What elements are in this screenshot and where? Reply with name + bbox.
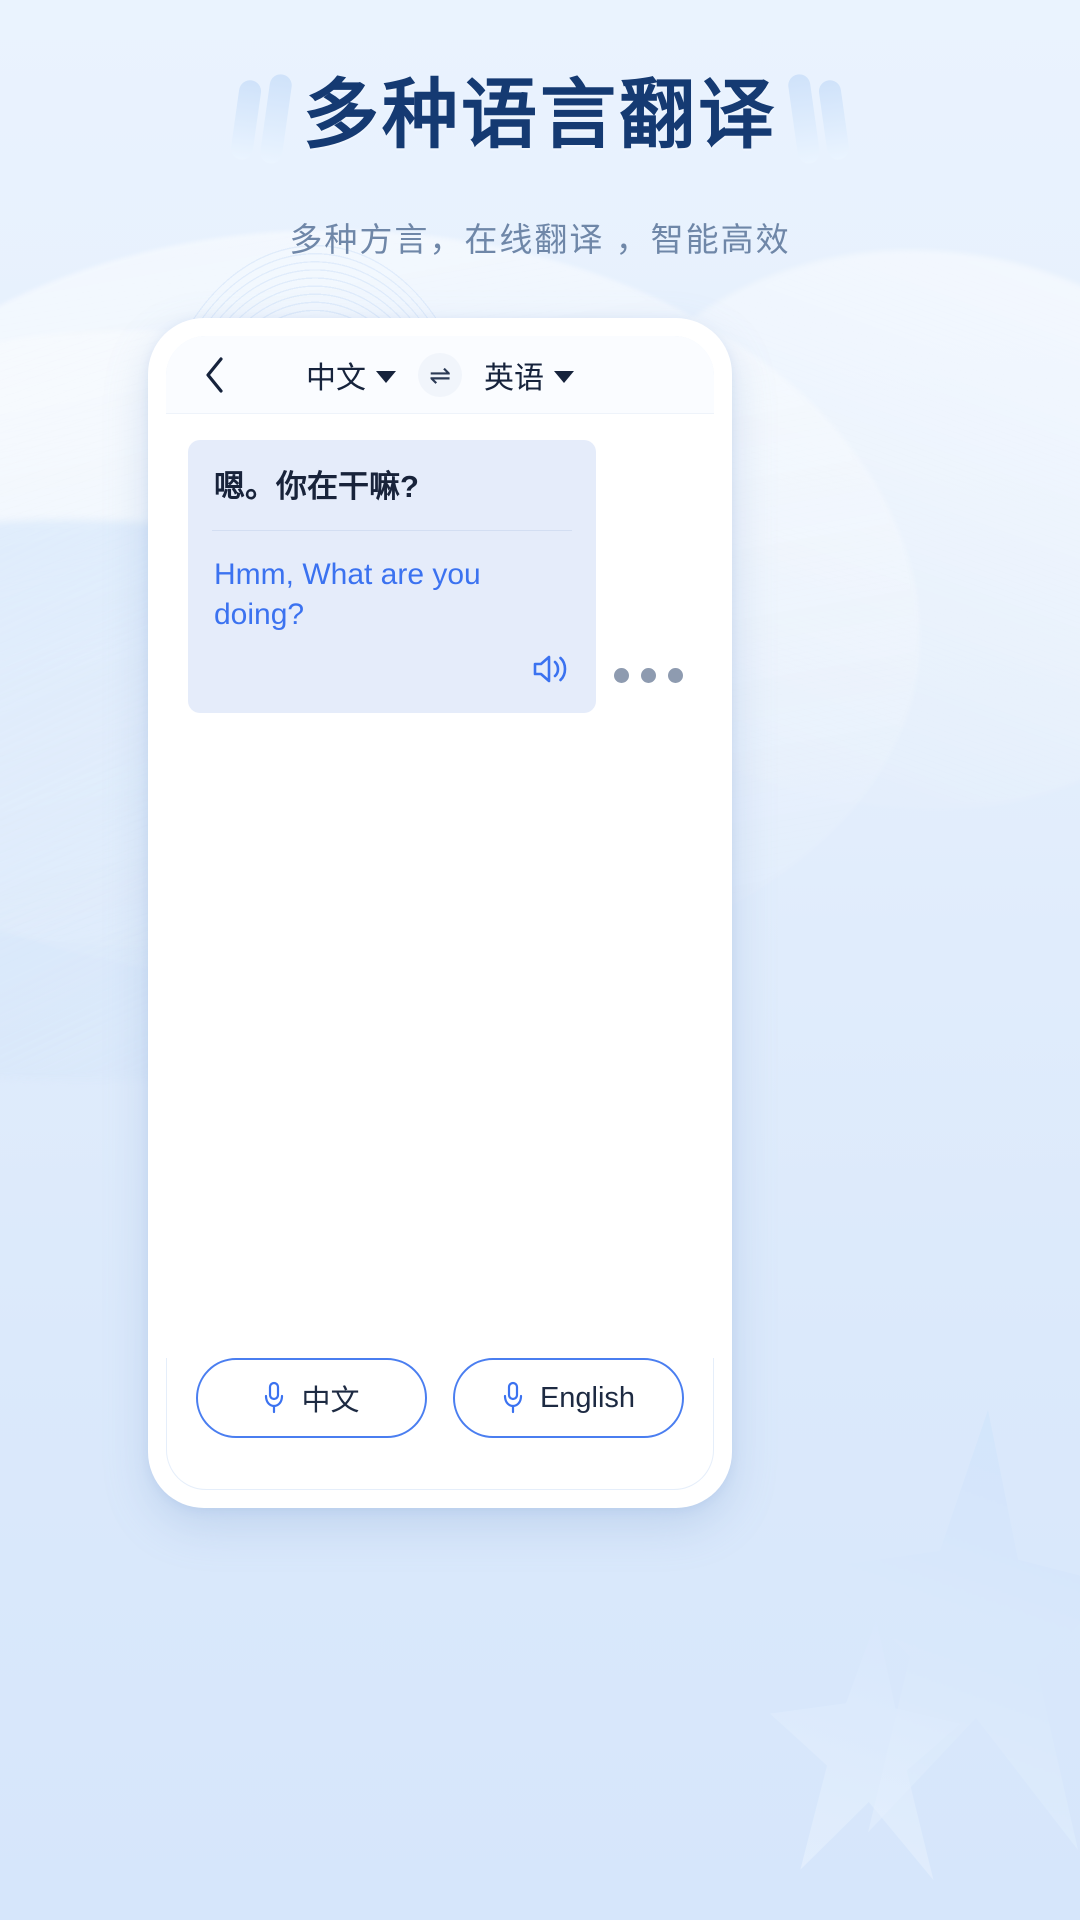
star-shape-secondary: [770, 1620, 960, 1880]
translated-text: Hmm, What are you doing?: [214, 557, 481, 632]
quote-mark-left-icon: [229, 72, 297, 166]
source-text: 嗯。你在干嘛?: [214, 469, 419, 504]
language-selector-group: 中文 ⇌ 英语: [166, 336, 714, 413]
page-subtitle: 多种方言，在线翻译 ，智能高效: [289, 221, 791, 258]
conversation-area: 嗯。你在干嘛? Hmm, What are you doing?: [166, 414, 714, 1358]
message-row: 嗯。你在干嘛? Hmm, What are you doing?: [166, 440, 714, 713]
star-shape-primary: [820, 1410, 1080, 1850]
swap-icon: ⇌: [429, 359, 451, 390]
page-header: 多种语言翻译 多种方言，在线翻译 ，智能高效: [0, 0, 1080, 261]
chevron-left-icon: [203, 355, 227, 395]
phone-mockup: 中文 ⇌ 英语 嗯。你在干嘛? Hmm, What are you doing?: [148, 318, 732, 1508]
translation-bubble[interactable]: 嗯。你在干嘛? Hmm, What are you doing?: [188, 440, 596, 713]
target-language-label: 英语: [484, 361, 544, 395]
app-navbar: 中文 ⇌ 英语: [166, 336, 714, 414]
page-title: 多种语言翻译: [303, 73, 777, 158]
microphone-icon: [263, 1381, 285, 1415]
loading-dot: [614, 667, 629, 683]
mic-button-english[interactable]: English: [453, 1358, 684, 1438]
speaker-icon: [528, 648, 570, 695]
speaker-row: [214, 646, 570, 695]
quote-mark-right-icon: [783, 72, 851, 166]
chevron-down-icon: [376, 370, 396, 383]
loading-dot: [668, 667, 683, 683]
source-language-selector[interactable]: 中文: [306, 353, 396, 397]
loading-dots-indicator: [614, 667, 683, 713]
mic-button-chinese[interactable]: 中文: [196, 1358, 427, 1438]
mic-button-chinese-label: 中文: [301, 1385, 360, 1417]
loading-dot: [641, 667, 656, 683]
target-language-selector[interactable]: 英语: [484, 353, 574, 397]
play-audio-button[interactable]: [528, 648, 570, 695]
chevron-down-icon: [554, 370, 574, 383]
mic-button-english-label: English: [539, 1381, 636, 1414]
phone-screen: 中文 ⇌ 英语 嗯。你在干嘛? Hmm, What are you doing?: [166, 336, 714, 1490]
microphone-icon: [502, 1381, 524, 1415]
source-language-label: 中文: [306, 361, 366, 395]
back-button[interactable]: [192, 352, 238, 398]
mic-controls: 中文 English: [166, 1358, 714, 1490]
swap-languages-button[interactable]: ⇌: [418, 352, 462, 397]
title-wrapper: 多种语言翻译: [229, 68, 851, 166]
